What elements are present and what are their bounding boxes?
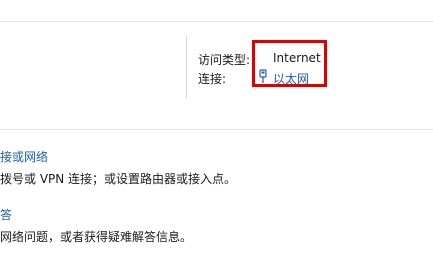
- top-divider: [0, 21, 433, 22]
- troubleshoot-description: 网络问题，或者获得疑难解答信息。: [0, 230, 193, 244]
- vertical-divider: [186, 35, 187, 99]
- connections-label: 连接:: [198, 72, 227, 86]
- highlight-box: [252, 40, 327, 87]
- setup-connection-description: 拨号或 VPN 连接；或设置路由器或接入点。: [0, 172, 237, 186]
- setup-connection-link[interactable]: 接或网络: [0, 148, 48, 165]
- access-type-label: 访问类型:: [198, 53, 251, 67]
- section-divider: [0, 129, 433, 130]
- troubleshoot-link[interactable]: 答: [0, 206, 12, 223]
